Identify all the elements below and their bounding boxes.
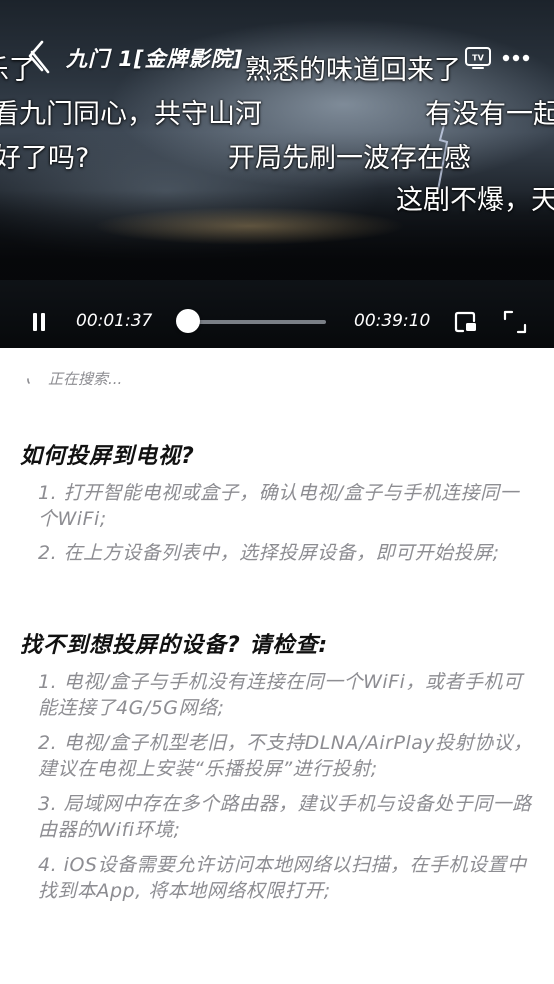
fullscreen-icon bbox=[503, 310, 527, 334]
picture-in-picture-icon bbox=[454, 311, 476, 333]
danmaku-comment: 这剧不爆，天 bbox=[396, 185, 554, 216]
progress-thumb[interactable] bbox=[175, 309, 200, 333]
danmaku-comment: 好了吗? bbox=[0, 143, 90, 174]
chevron-left-icon bbox=[28, 40, 50, 74]
troubleshoot-title: 找不到想投屏的设备? 请检查: bbox=[20, 633, 329, 658]
progress-track[interactable] bbox=[182, 320, 326, 324]
danmaku-comment: 有没有一起 bbox=[425, 99, 554, 130]
danmaku-comment: 开局先刷一波存在感 bbox=[228, 143, 471, 174]
more-options-button[interactable] bbox=[500, 46, 532, 70]
back-button[interactable] bbox=[22, 36, 66, 76]
player-control-bar: 00:01:37 00:39:10 bbox=[0, 300, 554, 344]
troubleshoot-item: 3. 局域网中存在多个路由器，建议手机与设备处于同一路由器的Wifi环境; bbox=[38, 793, 532, 841]
pause-button[interactable] bbox=[28, 311, 50, 333]
cast-tv-button[interactable]: TV bbox=[464, 46, 492, 70]
help-step: 2. 在上方设备列表中，选择投屏设备，即可开始投屏; bbox=[38, 542, 500, 564]
troubleshoot-item: 2. 电视/盒子机型老旧，不支持DLNA/AirPlay投射协议，建议在电视上安… bbox=[38, 732, 533, 780]
video-player[interactable]: 乐了 熟悉的味道回来了 看九门同心，共守山河 有没有一起 好了吗? 开局先刷一波… bbox=[0, 0, 554, 348]
elapsed-time: 00:01:37 bbox=[76, 311, 153, 331]
help-step: 1. 打开智能电视或盒子，确认电视/盒子与手机连接同一个WiFi; bbox=[38, 482, 520, 530]
troubleshoot-item: 1. 电视/盒子与手机没有连接在同一个WiFi，或者手机可能连接了4G/5G网络… bbox=[38, 671, 523, 719]
pip-button[interactable] bbox=[452, 309, 478, 335]
pause-icon bbox=[33, 313, 37, 331]
loading-spinner-icon bbox=[27, 378, 30, 384]
troubleshoot-item: 4. iOS设备需要允许访问本地网络以扫描，在手机设置中找到本App, 将本地网… bbox=[38, 854, 527, 902]
cast-help-title: 如何投屏到电视? bbox=[20, 444, 195, 469]
danmaku-comment: 看九门同心，共守山河 bbox=[0, 99, 262, 130]
tv-icon: TV bbox=[465, 47, 491, 69]
pause-icon bbox=[41, 313, 45, 331]
searching-status: 正在搜索... bbox=[48, 370, 123, 388]
player-top-bar: 九门 1[金牌影院] TV bbox=[0, 30, 554, 86]
more-dots-icon bbox=[502, 54, 530, 62]
total-duration: 00:39:10 bbox=[354, 311, 431, 331]
fullscreen-button[interactable] bbox=[502, 309, 528, 335]
video-title: 九门 1[金牌影院] bbox=[66, 47, 244, 71]
svg-text:TV: TV bbox=[472, 54, 484, 63]
